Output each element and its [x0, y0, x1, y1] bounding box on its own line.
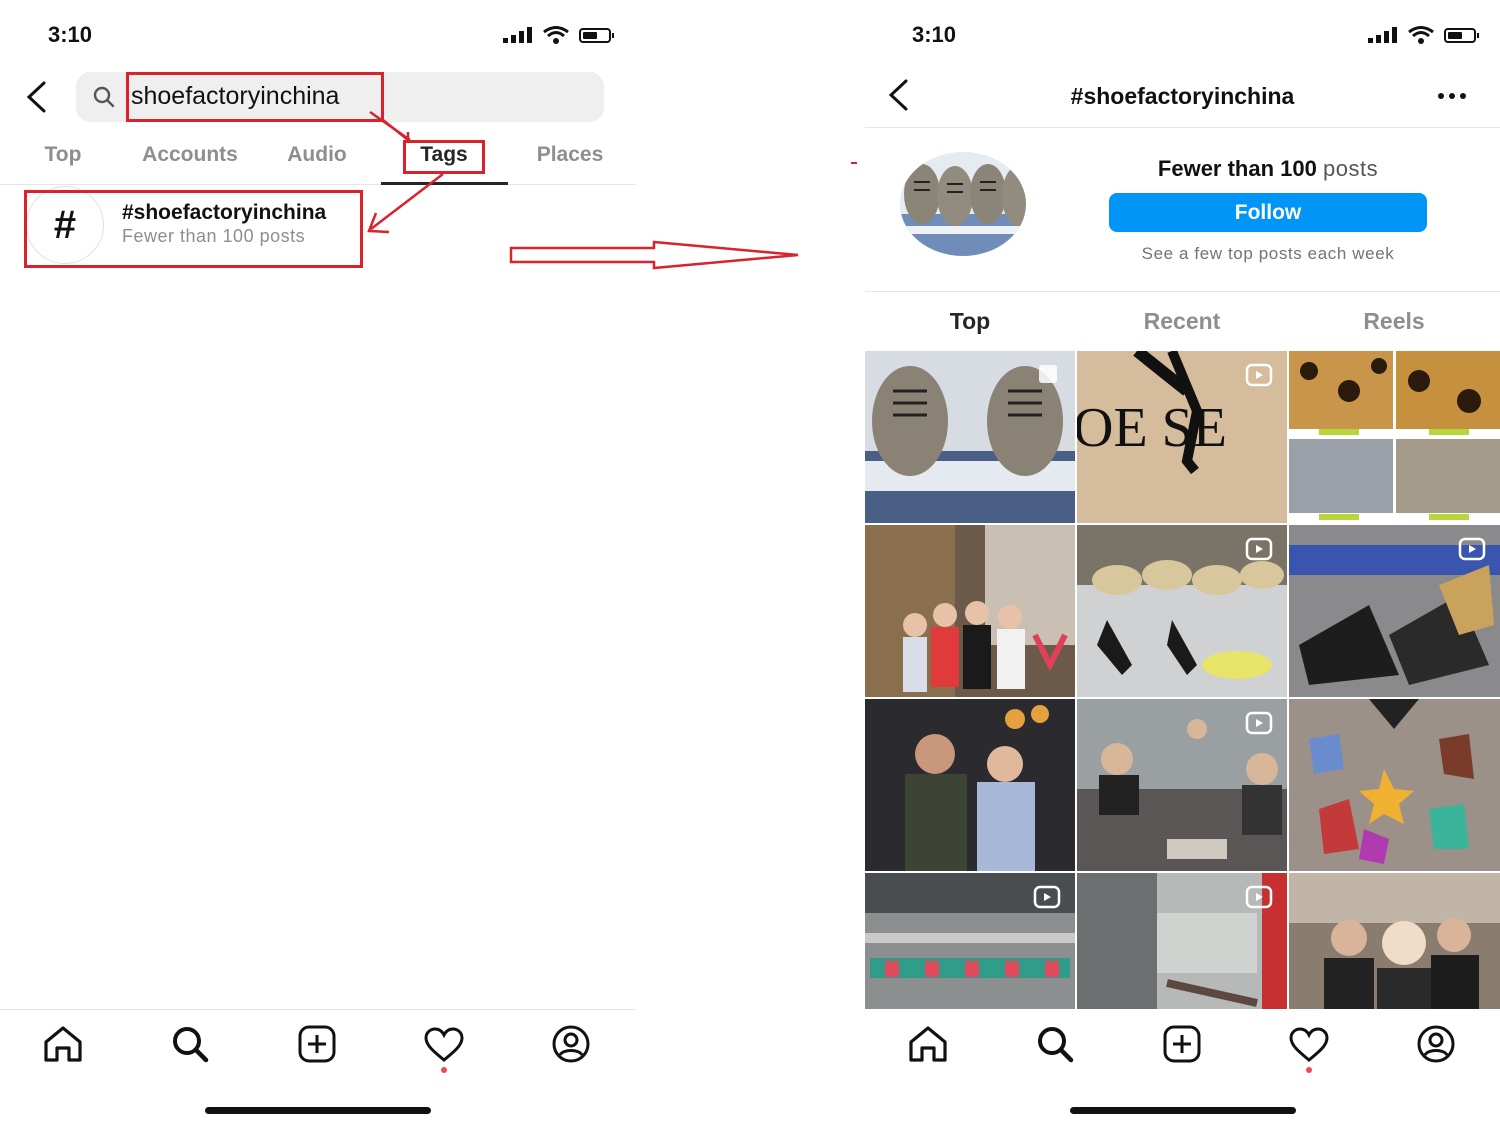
notification-dot [1306, 1067, 1312, 1073]
home-indicator [1070, 1107, 1296, 1114]
tab-reels[interactable]: Reels [1334, 308, 1454, 335]
battery-icon [1444, 27, 1479, 43]
post-image-two-people [865, 699, 1075, 871]
tag-avatar-image [900, 152, 1026, 256]
home-icon[interactable] [42, 1025, 84, 1063]
back-icon[interactable] [886, 78, 912, 112]
bottom-nav-divider [0, 1009, 636, 1010]
status-time: 3:10 [912, 22, 957, 47]
new-post-icon[interactable] [298, 1025, 336, 1063]
grid-post[interactable] [865, 351, 1075, 523]
heart-icon[interactable] [423, 1027, 465, 1063]
grid-post[interactable] [865, 699, 1075, 871]
post-image-patterns [1289, 699, 1500, 871]
notification-dot [441, 1067, 447, 1073]
grid-post[interactable] [1289, 525, 1500, 697]
profile-icon[interactable] [1416, 1024, 1456, 1064]
tab-top[interactable]: Top [910, 308, 1030, 335]
heart-icon[interactable] [1288, 1027, 1330, 1063]
posts-count-suffix: posts [1322, 156, 1379, 181]
status-icons [1368, 26, 1479, 44]
grid-post[interactable] [1077, 699, 1287, 871]
reel-icon [1033, 885, 1061, 909]
reel-icon [1245, 885, 1273, 909]
reel-icon [1245, 363, 1273, 387]
posts-count: Fewer than 100 posts [1108, 156, 1428, 182]
annotation-arrows [367, 110, 857, 270]
grid-post[interactable] [865, 525, 1075, 697]
posts-count-number: Fewer than 100 [1157, 156, 1317, 181]
header-divider [865, 127, 1500, 128]
reel-icon [1245, 537, 1273, 561]
home-indicator [205, 1107, 431, 1114]
grid-post[interactable] [865, 873, 1075, 1009]
follow-button[interactable]: Follow [1109, 193, 1427, 232]
post-image-fabrics [1289, 351, 1500, 523]
profile-divider [865, 291, 1500, 292]
multiple-posts-icon [1039, 365, 1057, 383]
profile-icon[interactable] [551, 1024, 591, 1064]
grid-post[interactable] [1289, 351, 1500, 523]
page-title: #shoefactoryinchina [1070, 83, 1295, 109]
follow-subtext: See a few top posts each week [1141, 244, 1395, 263]
wifi-icon [1408, 26, 1434, 44]
grid-post[interactable] [1289, 699, 1500, 871]
tag-avatar [900, 152, 1026, 256]
post-image-three-people [1289, 873, 1500, 1009]
search-icon[interactable] [1035, 1024, 1075, 1064]
reel-icon [1245, 711, 1273, 735]
grid-post[interactable] [1077, 525, 1287, 697]
svg-text:OE SE: OE SE [1077, 397, 1227, 459]
new-post-icon[interactable] [1163, 1025, 1201, 1063]
grid-post[interactable] [1289, 873, 1500, 1009]
grid-post[interactable]: OE SE [1077, 351, 1287, 523]
tab-recent[interactable]: Recent [1122, 308, 1242, 335]
grid-post[interactable] [1077, 873, 1287, 1009]
home-icon[interactable] [907, 1025, 949, 1063]
post-image-group [865, 525, 1075, 697]
more-icon[interactable] [1437, 92, 1467, 100]
reel-icon [1458, 537, 1486, 561]
signal-icon [1368, 27, 1397, 43]
search-icon[interactable] [170, 1024, 210, 1064]
